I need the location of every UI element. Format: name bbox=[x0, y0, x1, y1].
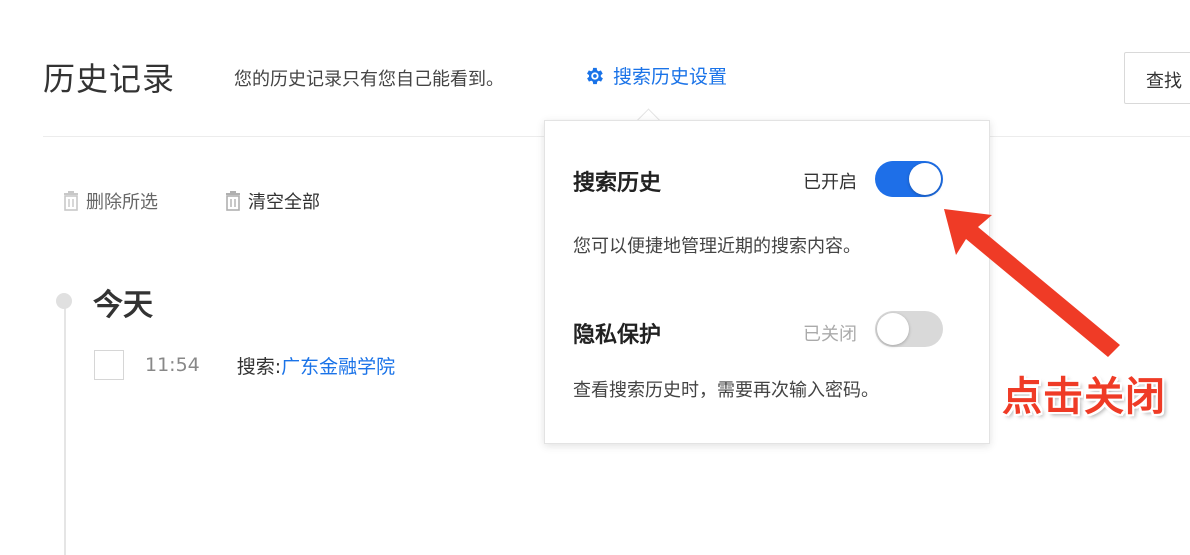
delete-selected-label: 删除所选 bbox=[86, 192, 158, 213]
search-history-toggle[interactable] bbox=[875, 161, 943, 197]
history-page: 历史记录 您的历史记录只有您自己能看到。 搜索历史设置 查找 删除所选 清空全部 bbox=[0, 0, 1190, 555]
search-history-settings-link[interactable]: 搜索历史设置 bbox=[583, 62, 727, 89]
find-button[interactable]: 查找 bbox=[1124, 52, 1190, 104]
toggle-knob bbox=[909, 163, 941, 195]
page-title: 历史记录 bbox=[43, 60, 176, 98]
timeline-line bbox=[64, 306, 66, 555]
annotation-arrow-icon bbox=[944, 209, 1120, 357]
timeline-dot bbox=[56, 293, 72, 309]
row-checkbox[interactable] bbox=[94, 350, 124, 380]
gear-icon bbox=[587, 67, 603, 84]
clear-all-button[interactable]: 清空全部 bbox=[224, 188, 320, 214]
trash-icon bbox=[226, 191, 240, 211]
privacy-note: 您的历史记录只有您自己能看到。 bbox=[234, 69, 504, 90]
delete-selected-button[interactable]: 删除所选 bbox=[62, 188, 158, 214]
search-history-description: 您可以便捷地管理近期的搜索内容。 bbox=[573, 236, 861, 257]
annotation-label: 点击关闭 bbox=[1002, 374, 1166, 420]
settings-popup: 搜索历史 已开启 您可以便捷地管理近期的搜索内容。 隐私保护 已关闭 查看搜索历… bbox=[544, 120, 990, 444]
settings-link-label: 搜索历史设置 bbox=[613, 66, 728, 88]
search-history-status: 已开启 bbox=[803, 172, 857, 193]
toggle-knob bbox=[877, 313, 909, 345]
row-prefix: 搜索: bbox=[236, 355, 282, 378]
clear-all-label: 清空全部 bbox=[248, 192, 320, 213]
row-query-link[interactable]: 广东金融学院 bbox=[281, 352, 395, 379]
trash-icon bbox=[64, 191, 78, 211]
history-row: 11:54 搜索: 广东金融学院 bbox=[94, 350, 395, 380]
privacy-title: 隐私保护 bbox=[573, 323, 662, 348]
privacy-status: 已关闭 bbox=[803, 324, 857, 345]
search-history-title: 搜索历史 bbox=[573, 171, 662, 196]
privacy-description: 查看搜索历史时，需要再次输入密码。 bbox=[573, 380, 879, 401]
row-time: 11:54 bbox=[145, 354, 200, 376]
day-heading: 今天 bbox=[93, 288, 153, 323]
